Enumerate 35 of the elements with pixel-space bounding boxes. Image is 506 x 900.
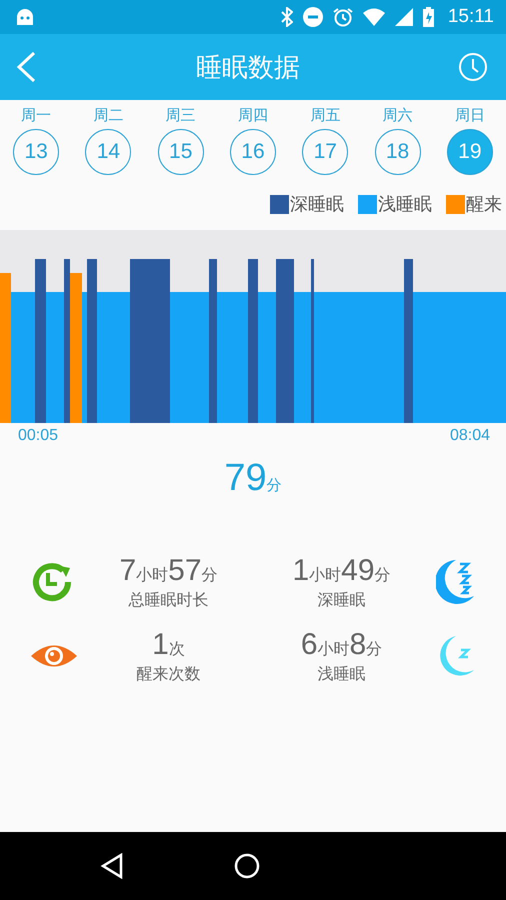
day-tab[interactable]: 周日 19 (434, 106, 506, 175)
legend-label: 深睡眠 (290, 193, 344, 216)
home-button[interactable] (234, 853, 260, 879)
start-time: 00:05 (18, 427, 58, 445)
moon-icon (436, 558, 476, 606)
day-tab[interactable]: 周六 18 (361, 106, 434, 175)
stat-label: 深睡眠 (318, 590, 366, 610)
do-not-disturb-icon (302, 7, 323, 27)
stat-label: 浅睡眠 (318, 664, 366, 684)
signal-icon (394, 8, 413, 26)
stat-value: 1小时49分 (292, 554, 391, 588)
sleep-score: 79 (224, 457, 267, 500)
day-tab[interactable]: 周四 16 (216, 106, 290, 175)
wifi-icon (362, 8, 385, 26)
stat-value: 1次 (152, 628, 185, 662)
bluetooth-icon (280, 7, 293, 27)
stat-label: 醒来次数 (136, 664, 200, 684)
day-tab[interactable]: 周一 13 (0, 106, 72, 175)
status-time: 15:11 (448, 6, 494, 28)
day-tab[interactable]: 周二 14 (72, 106, 145, 175)
legend-label: 浅睡眠 (378, 193, 432, 216)
score-unit: 分 (266, 476, 282, 495)
day-tab[interactable]: 周三 15 (144, 106, 217, 175)
legend-label: 醒来 (466, 193, 502, 216)
android-icon (16, 9, 34, 25)
alarm-icon (332, 7, 353, 27)
stat-value: 7小时57分 (119, 554, 218, 588)
back-nav-button[interactable] (100, 853, 124, 879)
eye-icon (30, 643, 78, 669)
end-time: 08:04 (450, 427, 490, 445)
stat-label: 总睡眠时长 (128, 590, 208, 610)
battery-icon (422, 7, 434, 27)
page-title: 睡眠数据 (196, 52, 300, 84)
day-tab[interactable]: 周五 17 (289, 106, 362, 175)
stat-value: 6小时8分 (300, 628, 382, 662)
